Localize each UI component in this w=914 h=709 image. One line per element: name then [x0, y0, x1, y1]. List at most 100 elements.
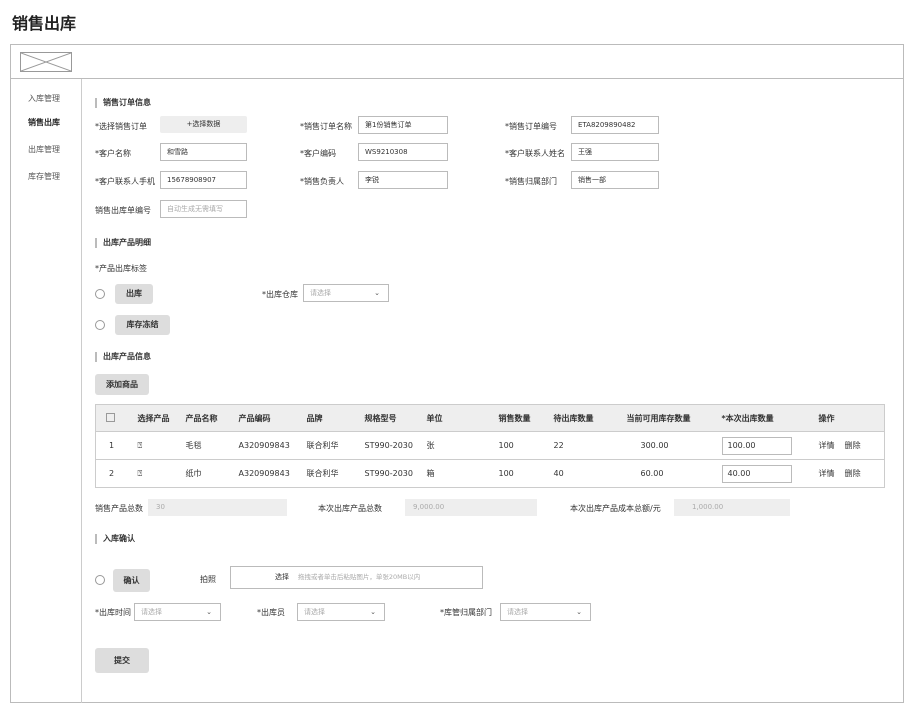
submit-button[interactable]: 提交: [95, 648, 149, 673]
label: *产品出库标签: [95, 264, 147, 273]
label: *客户编码: [300, 149, 336, 158]
chevron-down-icon: ⌄: [576, 608, 582, 616]
delete-link[interactable]: 删除: [845, 441, 861, 450]
sidebar-item-inbound[interactable]: 入库管理: [28, 93, 60, 104]
section-title: 出库产品明细: [95, 238, 151, 248]
label: *客户联系人姓名: [505, 149, 565, 158]
cell: 箱: [422, 459, 495, 488]
table-row: 1 ⍰ 毛毯 A320909843 联合利华 ST990-2030 张 100 …: [95, 431, 885, 460]
radio-confirm[interactable]: [95, 575, 105, 585]
add-product-button[interactable]: 添加商品: [95, 374, 149, 395]
dept-select[interactable]: 请选择 ⌄: [500, 603, 591, 621]
col-header: *本次出库数量: [717, 404, 815, 432]
sidebar-item-inventory[interactable]: 库存管理: [28, 171, 60, 182]
cell: ST990-2030: [360, 459, 423, 488]
col-header: 规格型号: [360, 404, 423, 432]
logo-placeholder-icon: [20, 52, 72, 72]
row-index: 1: [95, 431, 134, 460]
label: 本次出库产品总数: [318, 504, 382, 513]
cell: 300.00: [622, 431, 718, 460]
radio-freeze[interactable]: [95, 320, 105, 330]
detail-link[interactable]: 详情: [819, 441, 835, 450]
outbound-no-input[interactable]: 自动生成无需填写: [160, 200, 247, 218]
sales-owner-input[interactable]: 李锐: [358, 171, 448, 189]
chevron-down-icon: ⌄: [206, 608, 212, 616]
cell: 40: [549, 459, 623, 488]
label: *销售订单编号: [505, 122, 557, 131]
outbound-time-select[interactable]: 请选择 ⌄: [134, 603, 221, 621]
customer-name-input[interactable]: 和雪路: [160, 143, 247, 161]
customer-code-input[interactable]: WS9210308: [358, 143, 448, 161]
label: 销售产品总数: [95, 504, 143, 513]
col-header: 操作: [814, 404, 885, 432]
select-product-icon[interactable]: ⍰: [133, 459, 182, 488]
select-data-button[interactable]: +选择数据: [160, 116, 247, 133]
label: 本次出库产品成本总额/元: [570, 504, 661, 513]
col-header: 当前可用库存数量: [622, 404, 718, 432]
page-title: 销售出库: [12, 14, 77, 33]
label: *库管归属部门: [440, 608, 492, 617]
sidebar-divider: [81, 79, 82, 703]
label: *出库员: [257, 608, 285, 617]
header-bar: [10, 44, 904, 79]
order-name-input[interactable]: 第1份销售订单: [358, 116, 448, 134]
table-header: 选择产品 产品名称 产品编码 品牌 规格型号 单位 销售数量 待出库数量 当前可…: [95, 404, 885, 432]
qty-input[interactable]: 40.00: [721, 464, 792, 483]
placeholder: 请选择: [304, 608, 325, 616]
col-header: 产品名称: [181, 404, 235, 432]
label: *出库仓库: [262, 290, 298, 299]
cell: ST990-2030: [360, 431, 423, 460]
cell: 毛毯: [181, 431, 235, 460]
col-header: 单位: [422, 404, 495, 432]
order-no-input[interactable]: ETA8209890482: [571, 116, 659, 134]
select-all-checkbox[interactable]: [106, 412, 115, 422]
section-title: 销售订单信息: [95, 98, 151, 108]
radio-outbound[interactable]: [95, 289, 105, 299]
clerk-select[interactable]: 请选择 ⌄: [297, 603, 385, 621]
qty-input[interactable]: 100.00: [721, 436, 792, 455]
cell: 联合利华: [302, 431, 361, 460]
col-header: 产品编码: [234, 404, 303, 432]
photo-upload-area[interactable]: 选择 拖拽或者单击后粘贴图片，单张20MB以内: [230, 566, 483, 589]
row-index: 2: [95, 459, 134, 488]
contact-phone-input[interactable]: 15678908907: [160, 171, 247, 189]
total-sold-field: 30: [148, 499, 287, 516]
section-title: 出库产品信息: [95, 352, 151, 362]
col-header: 待出库数量: [549, 404, 623, 432]
label: *销售归属部门: [505, 177, 557, 186]
col-header: 选择产品: [133, 404, 182, 432]
cell: A320909843: [234, 431, 303, 460]
select-product-icon[interactable]: ⍰: [133, 431, 182, 460]
chevron-down-icon: ⌄: [370, 608, 376, 616]
freeze-tag-button[interactable]: 库存冻结: [115, 315, 170, 335]
cell: 100: [494, 459, 550, 488]
delete-link[interactable]: 删除: [845, 469, 861, 478]
detail-link[interactable]: 详情: [819, 469, 835, 478]
placeholder: 请选择: [507, 608, 528, 616]
upload-choose[interactable]: 选择: [275, 573, 289, 581]
chevron-down-icon: ⌄: [374, 289, 380, 297]
total-cost-field: 1,000.00: [674, 499, 790, 516]
table-row: 2 ⍰ 纸巾 A320909843 联合利华 ST990-2030 箱 100 …: [95, 459, 885, 488]
label: 拍照: [200, 575, 216, 584]
sidebar-item-sales-outbound[interactable]: 销售出库: [28, 117, 60, 128]
cell: A320909843: [234, 459, 303, 488]
cell: 联合利华: [302, 459, 361, 488]
cell: 100: [494, 431, 550, 460]
cell: 60.00: [622, 459, 718, 488]
placeholder: 请选择: [310, 289, 331, 297]
cell: 22: [549, 431, 623, 460]
cell: 张: [422, 431, 495, 460]
sidebar-item-outbound[interactable]: 出库管理: [28, 144, 60, 155]
contact-name-input[interactable]: 王强: [571, 143, 659, 161]
outbound-tag-button[interactable]: 出库: [115, 284, 153, 304]
col-header: 销售数量: [494, 404, 550, 432]
label: *选择销售订单: [95, 122, 147, 131]
total-out-field: 9,000.00: [405, 499, 537, 516]
confirm-button[interactable]: 确认: [113, 569, 150, 592]
sales-dept-input[interactable]: 销售一部: [571, 171, 659, 189]
warehouse-select[interactable]: 请选择 ⌄: [303, 284, 389, 302]
placeholder: 请选择: [141, 608, 162, 616]
label: *出库时间: [95, 608, 131, 617]
label: *销售订单名称: [300, 122, 352, 131]
